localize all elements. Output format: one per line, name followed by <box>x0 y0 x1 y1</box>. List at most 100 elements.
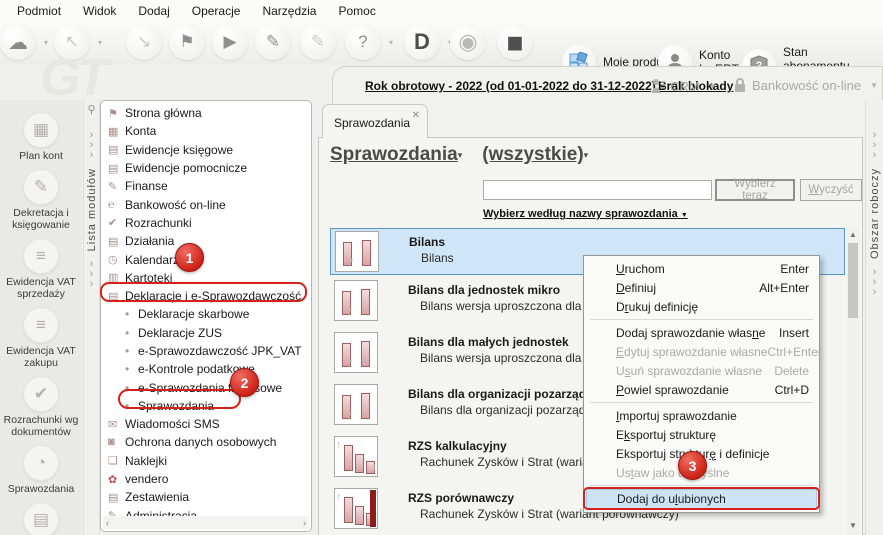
toolbar-button-icon: ⚑ <box>179 32 194 52</box>
menubar-item[interactable]: Podmiot <box>6 1 72 21</box>
sidebar-module-button[interactable]: ≡ Ewidencja VAT zakupu <box>0 307 82 369</box>
module-list-item[interactable]: ℮ Bankowość on-line <box>101 195 311 213</box>
context-menu-item[interactable]: Eksportuj strukturę <box>586 425 817 444</box>
module-list-strip[interactable]: ⚲ ››› Lista modułów ››› <box>83 100 100 535</box>
search-input[interactable] <box>483 180 712 200</box>
online-banking-button[interactable]: Bankowość on-line▼ <box>733 78 878 93</box>
context-menu-item[interactable]: Importuj sprawozdanie <box>586 406 817 425</box>
module-list-item[interactable]: ✉ Wiadomości SMS <box>101 415 311 433</box>
toolbar-button[interactable]: D ▾ <box>404 24 440 60</box>
module-item-icon: ❏ <box>108 454 125 467</box>
toolbar-button[interactable]: ☁ ▾ <box>0 24 36 60</box>
module-item-icon: ✔ <box>108 216 125 229</box>
crm-button[interactable]: CRM▼ <box>651 78 717 94</box>
sidebar-module-button[interactable]: ✔ Rozrachunki wg dokumentów <box>0 376 82 438</box>
module-list-panel: ⚑ Strona główna ▦ Konta ▤ Ewidencje księ… <box>100 100 312 532</box>
module-item-label: e-Sprawozdawczość JPK_VAT <box>138 344 302 358</box>
module-list-item[interactable]: ✔ Rozrachunki <box>101 214 311 232</box>
annotation-rect-dodaj-do-ulubionych <box>583 487 820 510</box>
module-shortcut-sidebar: ▦ Plan kont ✎ Dekretacja i księgowanie ≡… <box>0 100 82 535</box>
context-menu-item[interactable] <box>586 316 817 323</box>
context-menu-item[interactable]: Definiuj Alt+Enter <box>586 278 817 297</box>
context-menu-item-label: Definiuj <box>616 281 759 295</box>
menubar-item[interactable]: Operacje <box>181 1 252 21</box>
toolbar-button[interactable]: ⚑ <box>169 24 205 60</box>
context-menu-item-label: Usuń sprawozdanie własne <box>616 364 774 378</box>
module-list-item[interactable]: ❏ Naklejki <box>101 452 311 470</box>
module-list-item[interactable]: ▤ Działania <box>101 232 311 250</box>
module-list-item[interactable]: ▤ Ewidencje księgowe <box>101 141 311 159</box>
sidebar-module-button[interactable]: ▦ Plan kont <box>0 112 82 162</box>
module-item-label: Deklaracje skarbowe <box>138 307 249 321</box>
scroll-left-icon[interactable]: ‹ <box>106 518 109 528</box>
toolbar-button[interactable]: ✎ <box>255 24 291 60</box>
report-list-vscrollbar[interactable]: ▲ ▼ <box>847 228 859 535</box>
chevron-icon: ››› <box>90 259 94 289</box>
scroll-right-icon[interactable]: › <box>303 518 306 528</box>
module-list-item[interactable]: • Deklaracje ZUS <box>101 324 311 342</box>
tab-sprawozdania[interactable]: Sprawozdania ✕ <box>322 104 428 138</box>
module-list-item[interactable]: ◙ Ochrona danych osobowych <box>101 433 311 451</box>
chevron-down-icon[interactable]: ▾ <box>98 38 102 47</box>
select-by-name-link[interactable]: Wybierz według nazwy sprawozdania ▼ <box>483 208 688 220</box>
menubar-item[interactable]: Dodaj <box>127 1 180 21</box>
context-menu-item[interactable]: Drukuj definicję <box>586 297 817 316</box>
chevron-down-icon: ▼ <box>709 82 717 91</box>
module-list-item[interactable]: ⚑ Strona główna <box>101 104 311 122</box>
chevron-down-icon[interactable]: ▾ <box>389 38 393 47</box>
sidebar-module-icon: ◔ <box>36 453 46 473</box>
sidebar-module-button[interactable]: ◔ Sprawozdania <box>0 445 82 495</box>
context-menu-item-shortcut: Enter <box>780 262 809 276</box>
module-list-item[interactable]: • e-Kontrole podatkowe <box>101 360 311 378</box>
sidebar-module-button[interactable]: ▤ Deklaracje skarbowe <box>0 502 82 535</box>
module-item-icon: ▤ <box>108 235 125 248</box>
toolbar-button[interactable]: ◉ <box>450 24 486 60</box>
chevron-down-icon[interactable]: ▾ <box>44 38 48 47</box>
module-list-item[interactable]: ▤ Zestawienia <box>101 488 311 506</box>
sidebar-module-icon: ✎ <box>34 177 48 197</box>
toolbar-button[interactable]: ◼ <box>497 24 533 60</box>
module-item-label: Ochrona danych osobowych <box>125 435 276 449</box>
context-menu-item[interactable]: Powiel sprawozdanie Ctrl+D <box>586 380 817 399</box>
sidebar-module-label: Ewidencja VAT zakupu <box>2 345 80 369</box>
scroll-down-icon[interactable]: ▼ <box>847 519 859 533</box>
module-list-item[interactable]: ◷ Kalendarz <box>101 250 311 268</box>
module-list-item[interactable]: • e-Sprawozdawczość JPK_VAT <box>101 342 311 360</box>
module-list-item[interactable]: ✎ Finanse <box>101 177 311 195</box>
sidebar-module-button[interactable]: ≡ Ewidencja VAT sprzedaży <box>0 238 82 300</box>
clear-button[interactable]: Wyczyść <box>800 179 862 201</box>
tab-close-icon[interactable]: ✕ <box>412 110 420 121</box>
toolbar-button[interactable]: ▶ <box>212 24 248 60</box>
context-menu-item-label: Edytuj sprawozdanie własne <box>616 345 767 359</box>
context-menu-item[interactable]: Edytuj sprawozdanie własne Ctrl+Enter <box>586 342 817 361</box>
sidebar-module-icon: ≡ <box>36 315 46 335</box>
sidebar-module-label: Sprawozdania <box>8 483 75 495</box>
select-now-button[interactable]: Wybierz teraz <box>715 179 795 201</box>
module-list-item[interactable]: ▤ Ewidencje pomocnicze <box>101 159 311 177</box>
filter-dropdown[interactable]: (wszystkie)▾ <box>482 144 588 165</box>
sidebar-module-button[interactable]: ✎ Dekretacja i księgowanie <box>0 169 82 231</box>
menubar-item[interactable]: Widok <box>72 1 127 21</box>
module-list-item[interactable]: ▦ Konta <box>101 122 311 140</box>
title-dropdown[interactable]: Sprawozdania▾ <box>330 144 462 165</box>
module-list-hscrollbar[interactable]: ‹ › <box>103 516 309 529</box>
context-menu-item[interactable] <box>586 399 817 406</box>
menubar-item[interactable]: Pomoc <box>327 1 386 21</box>
workspace-strip[interactable]: ⚲ ››› Obszar roboczy ››› <box>865 100 883 535</box>
toolbar-button[interactable]: ? ▾ <box>345 24 381 60</box>
context-menu-item[interactable]: Dodaj sprawozdanie własne Insert <box>586 323 817 342</box>
menubar-item[interactable]: Narzędzia <box>251 1 327 21</box>
context-menu-item[interactable]: Usuń sprawozdanie własne Delete <box>586 361 817 380</box>
module-list-item[interactable]: ✿ vendero <box>101 470 311 488</box>
toolbar-button[interactable]: ↘ ▾ <box>126 24 162 60</box>
sidebar-module-label: Plan kont <box>19 150 63 162</box>
scroll-up-icon[interactable]: ▲ <box>847 228 859 242</box>
context-menu-item[interactable]: Uruchom Enter <box>586 259 817 278</box>
report-chart-icon: ↑ <box>334 280 378 321</box>
fiscal-year-link[interactable]: Rok obrotowy - 2022 (od 01-01-2022 do 31… <box>365 79 667 93</box>
pin-icon[interactable]: ⚲ <box>87 103 95 116</box>
module-list-item[interactable]: • Deklaracje skarbowe <box>101 305 311 323</box>
toolbar-button[interactable]: ✎ <box>300 24 336 60</box>
scrollbar-thumb[interactable] <box>848 243 858 318</box>
module-item-label: Naklejki <box>125 454 167 468</box>
